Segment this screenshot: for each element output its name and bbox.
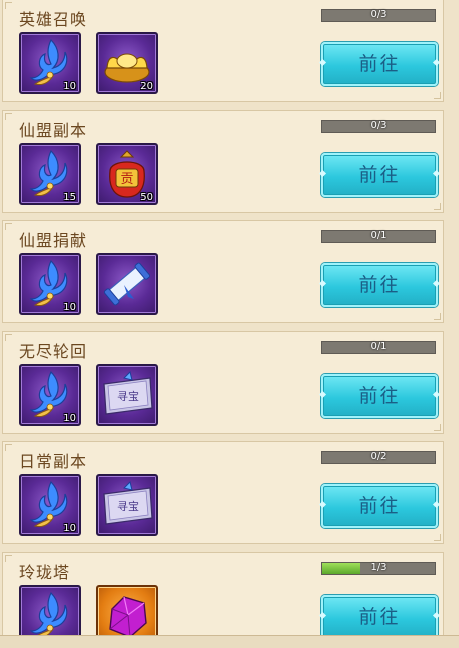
- go-button[interactable]: 前往: [321, 594, 438, 639]
- task-title: 日常副本: [19, 452, 88, 471]
- task-card: 玲珑塔 1/3 前往: [2, 551, 444, 647]
- task-progress-text: 0/3: [370, 9, 387, 20]
- reward-slot[interactable]: 10: [19, 32, 81, 94]
- go-button[interactable]: 前往: [321, 484, 438, 528]
- task-progress-text: 0/1: [370, 340, 387, 352]
- task-title: 玲珑塔: [19, 562, 71, 582]
- reward-count: 10: [63, 302, 76, 313]
- svg-text:贡: 贡: [120, 172, 133, 187]
- reward-slot[interactable]: 10: [19, 253, 81, 315]
- task-title: 无尽轮回: [19, 341, 88, 361]
- task-card: 英雄召唤 0/3 10 20 前往: [2, 0, 444, 102]
- task-progress-text: 0/1: [370, 230, 387, 241]
- reward-slot[interactable]: 贡 50: [96, 142, 158, 205]
- task-card: 仙盟捐献 0/1 10 前往: [2, 220, 444, 323]
- bottom-panel-edge: [0, 635, 459, 648]
- task-progress-bar: 0/2: [321, 451, 436, 464]
- reward-slot[interactable]: 20: [96, 32, 158, 94]
- reward-count: 15: [63, 191, 76, 203]
- task-title: 英雄召唤: [19, 10, 88, 29]
- task-progress-text: 1/3: [370, 561, 387, 573]
- reward-count: 50: [140, 191, 153, 203]
- reward-slot[interactable]: 寻宝: [96, 474, 158, 536]
- svg-text:寻宝: 寻宝: [117, 499, 139, 513]
- reward-count: 10: [63, 412, 76, 424]
- reward-count: 10: [63, 523, 76, 534]
- task-card: 日常副本 0/2 10 寻宝 前往: [2, 441, 444, 544]
- task-progress-bar: 1/3: [321, 561, 436, 575]
- go-button[interactable]: 前往: [321, 373, 438, 418]
- task-progress-bar: 0/3: [321, 119, 436, 133]
- reward-slot[interactable]: 10: [19, 363, 81, 426]
- task-card: 仙盟副本 0/3 15 贡 50 前往: [2, 109, 444, 213]
- task-progress-bar: 0/3: [321, 9, 436, 22]
- task-card: 无尽轮回 0/1 10 寻宝 前往: [2, 330, 444, 434]
- go-button[interactable]: 前往: [321, 42, 438, 86]
- task-progress-text: 0/3: [370, 119, 387, 131]
- task-progress-bar: 0/1: [321, 230, 436, 243]
- scrollbar-track[interactable]: [447, 0, 459, 647]
- task-progress-text: 0/2: [370, 451, 387, 462]
- reward-count: 10: [63, 81, 76, 92]
- reward-slot[interactable]: 15: [19, 142, 81, 205]
- task-list[interactable]: 英雄召唤 0/3 10 20 前往 仙盟副本 0/3 15 贡 50 前往 仙盟捐献 0/1 10 前往 无尽…: [0, 0, 459, 647]
- go-button[interactable]: 前往: [321, 263, 438, 307]
- reward-slot[interactable]: [96, 253, 158, 315]
- svg-text:寻宝: 寻宝: [117, 389, 139, 403]
- reward-count: 20: [140, 81, 153, 92]
- task-title: 仙盟副本: [19, 120, 88, 140]
- reward-slot[interactable]: 寻宝: [96, 363, 158, 426]
- task-progress-bar: 0/1: [321, 340, 436, 354]
- reward-slot[interactable]: 10: [19, 474, 81, 536]
- task-title: 仙盟捐献: [19, 231, 88, 250]
- go-button[interactable]: 前往: [321, 152, 438, 197]
